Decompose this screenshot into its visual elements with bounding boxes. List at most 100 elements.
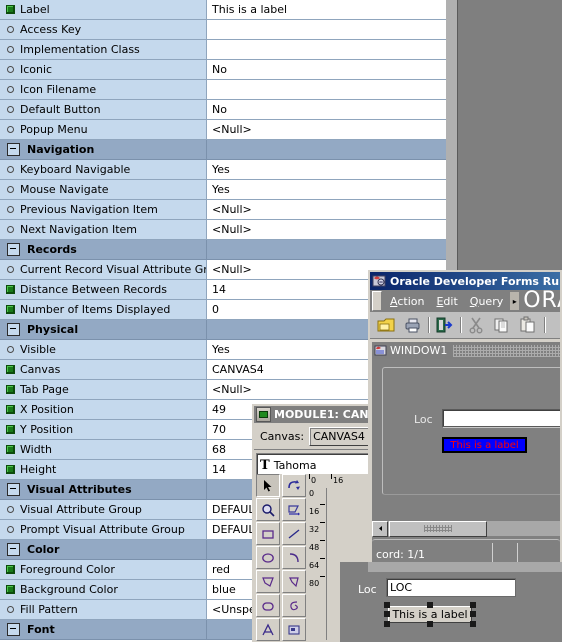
line-tool[interactable] [282, 522, 306, 545]
freehand-tool[interactable] [282, 594, 306, 617]
property-name-cell: Iconic [0, 60, 206, 79]
property-value-cell[interactable]: No [206, 100, 446, 119]
property-row[interactable]: Mouse Navigate Yes [0, 180, 446, 200]
property-default-icon [7, 206, 14, 213]
paste-icon[interactable] [518, 315, 538, 335]
rounded-rectangle-tool[interactable] [256, 594, 280, 617]
property-value-cell[interactable]: Yes [206, 180, 446, 199]
designer-loc-field[interactable]: LOC [386, 578, 516, 597]
property-name-cell: Foreground Color [0, 560, 206, 579]
property-row[interactable]: Keyboard Navigable Yes [0, 160, 446, 180]
runtime-horizontal-scrollbar[interactable] [372, 520, 560, 537]
property-row[interactable]: Next Navigation Item <Null> [0, 220, 446, 240]
property-default-icon [7, 66, 14, 73]
property-value-cell[interactable] [206, 40, 446, 59]
property-name-cell: Y Position [0, 420, 206, 439]
property-value-cell[interactable] [206, 20, 446, 39]
arc-tool[interactable] [282, 546, 306, 569]
property-label: Implementation Class [20, 43, 140, 56]
toolbar-separator [544, 317, 545, 333]
forms-runtime-window[interactable]: Oracle Developer Forms Runtim Action Edi… [368, 270, 562, 570]
selection-handle[interactable] [470, 621, 476, 627]
property-section-header[interactable]: Records [0, 240, 446, 260]
menu-edit[interactable]: Edit [430, 293, 463, 310]
reshape-tool[interactable] [282, 498, 306, 521]
property-value-cell[interactable]: This is a label [206, 0, 446, 19]
runtime-loc-field[interactable] [442, 409, 560, 427]
collapse-minus-icon[interactable] [7, 143, 20, 156]
oracle-brand-logo: ORA [523, 290, 560, 312]
forms-runtime-menubar[interactable]: Action Edit Query ▸ ORA [370, 290, 560, 312]
property-value-cell[interactable]: Yes [206, 160, 446, 179]
property-value-cell[interactable]: No [206, 60, 446, 79]
property-row[interactable]: Previous Navigation Item <Null> [0, 200, 446, 220]
scroll-thumb[interactable] [389, 520, 487, 537]
property-name-cell: X Position [0, 400, 206, 419]
runtime-canvas-frame [382, 367, 560, 495]
property-changed-icon [6, 425, 15, 434]
property-name-cell: Mouse Navigate [0, 180, 206, 199]
selection-handle[interactable] [470, 602, 476, 608]
property-value-cell[interactable]: <Null> [206, 120, 446, 139]
selection-handle[interactable] [384, 611, 390, 617]
tool-palette[interactable] [256, 474, 308, 641]
property-row[interactable]: Implementation Class [0, 40, 446, 60]
oracle-forms-icon [372, 274, 386, 288]
collapse-minus-icon[interactable] [7, 623, 20, 636]
image-tool[interactable] [282, 618, 306, 641]
property-row[interactable]: Default Button No [0, 100, 446, 120]
property-label: Visible [20, 343, 56, 356]
selection-handle[interactable] [470, 611, 476, 617]
collapse-minus-icon[interactable] [7, 483, 20, 496]
status-record-count: cord: 1/1 [376, 547, 425, 561]
selection-handle[interactable] [427, 621, 433, 627]
runtime-label-button[interactable]: This is a label [442, 437, 527, 453]
property-default-icon [7, 26, 14, 33]
selection-handle[interactable] [427, 602, 433, 608]
menubar-grip[interactable] [372, 291, 382, 311]
selection-handle[interactable] [384, 621, 390, 627]
forms-runtime-titlebar[interactable]: Oracle Developer Forms Runtim [370, 272, 560, 290]
window1-client-area[interactable]: Loc This is a label [374, 361, 560, 521]
window1-titlebar[interactable]: WINDOW1 [372, 342, 560, 359]
property-value-cell[interactable]: <Null> [206, 220, 446, 239]
menu-query[interactable]: Query [464, 293, 509, 310]
property-section-header[interactable]: Navigation [0, 140, 446, 160]
ellipse-tool[interactable] [256, 546, 280, 569]
scroll-left-arrow-icon[interactable] [372, 520, 388, 537]
rectangle-tool[interactable] [256, 522, 280, 545]
menu-overflow-button[interactable]: ▸ [510, 292, 520, 310]
property-row[interactable]: Iconic No [0, 60, 446, 80]
print-icon[interactable] [402, 315, 422, 335]
collapse-minus-icon[interactable] [7, 543, 20, 556]
property-value-cell[interactable] [206, 80, 446, 99]
cut-icon[interactable] [466, 315, 486, 335]
menu-action[interactable]: Action [384, 293, 430, 310]
copy-icon[interactable] [492, 315, 512, 335]
selection-handle[interactable] [384, 602, 390, 608]
rotate-tool[interactable] [282, 474, 306, 497]
property-row[interactable]: Access Key [0, 20, 446, 40]
designer-canvas-surface[interactable]: Loc LOC This is a label [340, 562, 562, 642]
exit-icon[interactable] [434, 315, 454, 335]
forms-runtime-toolbar[interactable] [370, 312, 560, 339]
text-tool[interactable] [256, 618, 280, 641]
polyline-tool[interactable] [282, 570, 306, 593]
polygon-tool[interactable] [256, 570, 280, 593]
collapse-minus-icon[interactable] [7, 323, 20, 336]
property-value-cell[interactable]: <Null> [206, 200, 446, 219]
property-row[interactable]: Popup Menu <Null> [0, 120, 446, 140]
designer-canvas-scrollbar[interactable] [368, 562, 562, 572]
property-value-cell[interactable] [206, 240, 446, 259]
canvas-dropdown[interactable]: CANVAS4 [309, 426, 378, 446]
save-icon[interactable] [376, 315, 396, 335]
property-row[interactable]: Label This is a label [0, 0, 446, 20]
collapse-minus-icon[interactable] [7, 243, 20, 256]
zoom-tool[interactable] [256, 498, 280, 521]
window1-icon [374, 344, 387, 357]
property-row[interactable]: Icon Filename [0, 80, 446, 100]
select-tool[interactable] [256, 474, 280, 497]
window1-title: WINDOW1 [390, 344, 448, 357]
layout-editor-titlebar[interactable]: MODULE1: CAN [254, 406, 384, 423]
property-value-cell[interactable] [206, 140, 446, 159]
